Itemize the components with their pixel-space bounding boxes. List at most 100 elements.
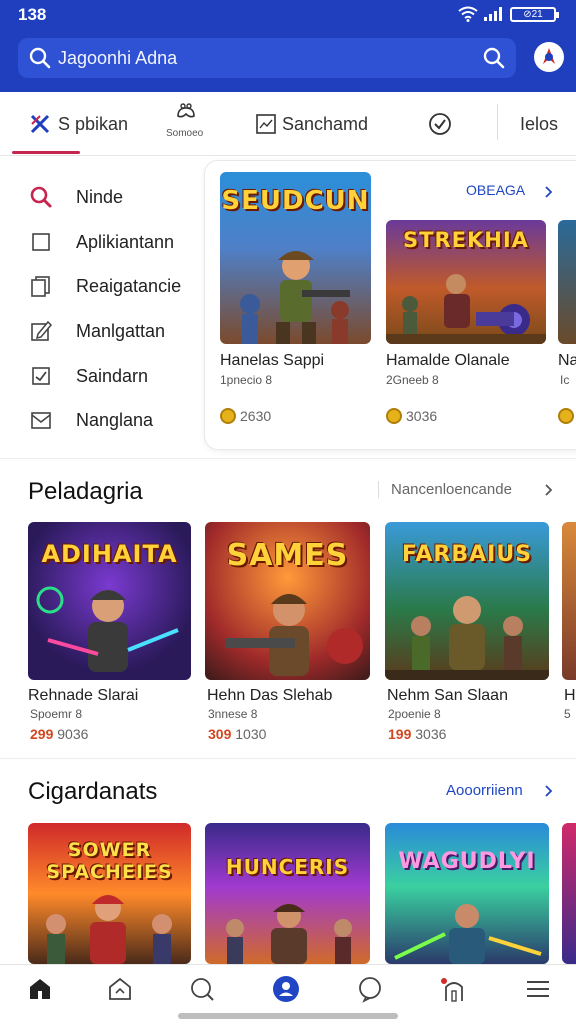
game-tile-art[interactable]: SOWER SPACHEIES (28, 823, 191, 964)
game-tile-art[interactable] (558, 220, 576, 344)
game-tile-art[interactable]: ADIHAITA (28, 522, 191, 680)
game-name[interactable]: Hanelas Sappi (220, 352, 324, 370)
tab-sanchamd[interactable]: Sanchamd (256, 92, 368, 156)
game-tile-art[interactable]: WAGUDLYI (385, 823, 549, 964)
game-price: 309 1030 (208, 726, 267, 742)
game-price: 299 9036 (30, 726, 89, 742)
game-tile-art[interactable] (562, 823, 576, 964)
divider (0, 458, 576, 459)
section-title: Cigardanats (28, 778, 158, 805)
sidebar-item-ninde[interactable]: Ninde (28, 182, 123, 212)
game-price: 199 3036 (388, 726, 447, 742)
chevron-right-icon[interactable] (542, 785, 554, 797)
divider (0, 758, 576, 759)
signal-icon (484, 7, 502, 21)
game-tile-art[interactable]: STREKHIA (386, 220, 546, 344)
game-name[interactable]: H (564, 687, 576, 705)
wifi-icon (458, 6, 478, 22)
profile-icon[interactable] (272, 975, 300, 1003)
status-time: 138 (18, 5, 47, 24)
status-bar: 138 ⊘21 (0, 0, 576, 30)
coin-icon (220, 408, 236, 424)
tab-label: Sanchamd (282, 113, 369, 134)
chat-icon[interactable] (356, 975, 384, 1003)
game-subtitle: Spoemr 8 (30, 707, 83, 721)
chevron-right-icon[interactable] (542, 186, 554, 198)
store-icon[interactable] (106, 975, 134, 1003)
game-name[interactable]: Hamalde Olanale (386, 352, 510, 370)
game-subtitle: 2Gneeb 8 (386, 373, 439, 387)
search-icon (30, 186, 52, 208)
search-icon[interactable] (188, 975, 216, 1003)
game-tile-art[interactable] (562, 522, 576, 680)
section-see-all-link[interactable]: Nancenloencande (378, 481, 512, 498)
sidebar-item-label: Nanglana (76, 409, 154, 430)
chevron-right-icon[interactable] (542, 484, 554, 496)
game-art-title: SOWER SPACHEIES (46, 839, 173, 883)
game-price: 3036 (386, 408, 437, 424)
divider (497, 104, 498, 140)
game-name[interactable]: Na (558, 352, 576, 370)
game-name[interactable]: Hehn Das Slehab (207, 687, 332, 705)
menu-icon[interactable] (524, 975, 552, 1003)
tab-label: Ielos (520, 113, 559, 134)
game-name[interactable]: Nehm San Slaan (387, 687, 508, 705)
game-character-art (226, 904, 352, 964)
game-character-art (386, 274, 546, 344)
battery-icon: ⊘21 (510, 7, 559, 22)
tab-check[interactable] (428, 92, 452, 156)
copy-icon (31, 276, 50, 297)
game-tile-art[interactable]: FARBAIUS (385, 522, 549, 680)
sidebar-item-manlgattan[interactable]: Manlgattan (28, 316, 165, 346)
game-subtitle: 2poenie 8 (388, 707, 441, 721)
game-character-art (385, 596, 549, 680)
edit-icon (31, 320, 53, 341)
search-icon[interactable] (28, 46, 52, 70)
game-subtitle: 1pnecio 8 (220, 373, 273, 387)
game-character-art (225, 594, 363, 676)
category-tabs: S pbikan Somoeo Sanchamd Ielos (0, 92, 576, 156)
avatar[interactable] (534, 42, 564, 72)
crown-icon (386, 408, 402, 424)
check-square-icon (32, 367, 50, 385)
top-header: 138 ⊘21 Jagoonhi Adna (0, 0, 576, 92)
square-icon (32, 233, 50, 251)
game-art-title: STREKHIA (403, 228, 529, 252)
section-see-all-link[interactable]: Aooorriienn (446, 782, 523, 799)
sidebar-item-aplikiantann[interactable]: Aplikiantann (28, 227, 174, 257)
game-subtitle: 5 (564, 707, 571, 721)
controller-icon (177, 103, 195, 118)
search-bar[interactable]: Jagoonhi Adna (18, 38, 516, 78)
library-icon[interactable] (440, 975, 468, 1003)
game-art-title: WAGUDLYI (398, 849, 536, 874)
close-x-icon (30, 114, 50, 134)
game-art-title: HUNCERIS (225, 855, 350, 879)
sidebar-item-saindarn[interactable]: Saindarn (28, 361, 148, 391)
sidebar-item-label: Saindarn (76, 365, 149, 386)
check-circle-icon (429, 113, 451, 135)
game-character-art (240, 251, 350, 344)
sidebar-item-label: Reaigatancie (76, 275, 182, 296)
home-indicator[interactable] (178, 1013, 398, 1019)
search-input[interactable]: Jagoonhi Adna (58, 48, 177, 69)
active-tab-indicator (12, 151, 80, 154)
home-icon[interactable] (26, 975, 54, 1003)
image-icon (256, 114, 276, 134)
game-art-title: SEUDCUN (221, 186, 370, 216)
game-character-art (36, 586, 179, 672)
game-name[interactable]: Rehnade Slarai (28, 687, 138, 705)
sidebar-item-nanglana[interactable]: Nanglana (28, 405, 153, 435)
featured-see-all-link[interactable]: OBEAGA (466, 182, 525, 198)
tab-spbikan[interactable]: S pbikan (28, 92, 128, 156)
game-tile-art[interactable]: SEUDCUN (220, 172, 371, 344)
sidebar-item-reaigatancie[interactable]: Reaigatancie (28, 271, 181, 301)
game-tile-art[interactable]: HUNCERIS (205, 823, 370, 964)
game-subtitle: Ic (560, 373, 570, 387)
game-character-art (394, 904, 542, 964)
tab-ielos[interactable]: Ielos (520, 92, 558, 156)
search-icon[interactable] (482, 46, 506, 70)
game-art-title: FARBAIUS (401, 542, 533, 567)
section-title: Peladagria (28, 478, 143, 505)
game-tile-art[interactable]: SAMES (205, 522, 370, 680)
game-art-title: SAMES (226, 538, 349, 573)
